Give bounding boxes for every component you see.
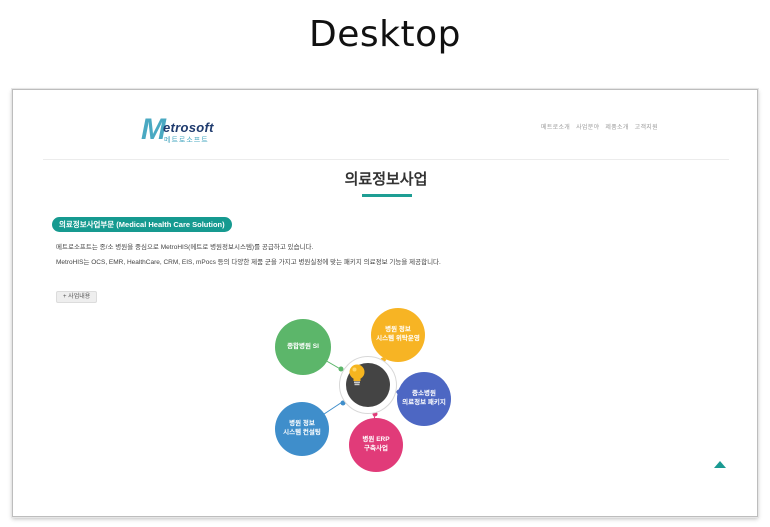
bubble-small-hospital-package: 중소병원 의료정보 패키지 (397, 372, 451, 426)
scroll-to-top-icon[interactable] (714, 461, 726, 468)
business-areas-diagram: 종합병원 SI 병원 정보 시스템 위탁운영 중소병원 의료정보 패키지 병원 … (253, 300, 463, 480)
section-badge: 의료정보사업부문 (Medical Health Care Solution) (52, 217, 232, 232)
main-navigation: 메트로소개 사업분야 제품소개 고객지원 (541, 122, 658, 131)
bubble-system-outsourcing: 병원 정보 시스템 위탁운영 (371, 308, 425, 362)
nav-item-business[interactable]: 사업분야 (576, 122, 599, 131)
center-hub (346, 363, 390, 407)
metrosoft-logo[interactable]: M etrosoft 메트로소프트 (141, 115, 221, 146)
logo-subtitle: 메트로소프트 (164, 137, 209, 144)
bubble-general-hospital-si: 종합병원 SI (275, 319, 331, 375)
desktop-screenshot-frame: M etrosoft 메트로소프트 메트로소개 사업분야 제품소개 고객지원 의… (12, 89, 758, 517)
header-divider (43, 159, 729, 160)
nav-item-support[interactable]: 고객지원 (635, 122, 658, 131)
description-line-2: MetroHIS는 OCS, EMR, HealthCare, CRM, EIS… (56, 259, 441, 266)
viewport-caption: Desktop (309, 14, 461, 55)
nav-item-about[interactable]: 메트로소개 (541, 122, 570, 131)
business-details-button[interactable]: + 사업내용 (56, 291, 98, 303)
page-title: 의료정보사업 (344, 171, 428, 188)
title-underline (362, 194, 412, 197)
description-line-1: 메트로소프트는 종/소 병원을 중심으로 MetroHIS(메트로 병원정보시스… (56, 244, 314, 251)
lightbulb-icon (349, 364, 365, 386)
bubble-system-consulting: 병원 정보 시스템 컨설팅 (275, 402, 329, 456)
nav-item-products[interactable]: 제품소개 (605, 122, 628, 131)
logo-name: etrosoft (163, 120, 214, 135)
bubble-hospital-erp: 병원 ERP 구축사업 (349, 418, 403, 472)
